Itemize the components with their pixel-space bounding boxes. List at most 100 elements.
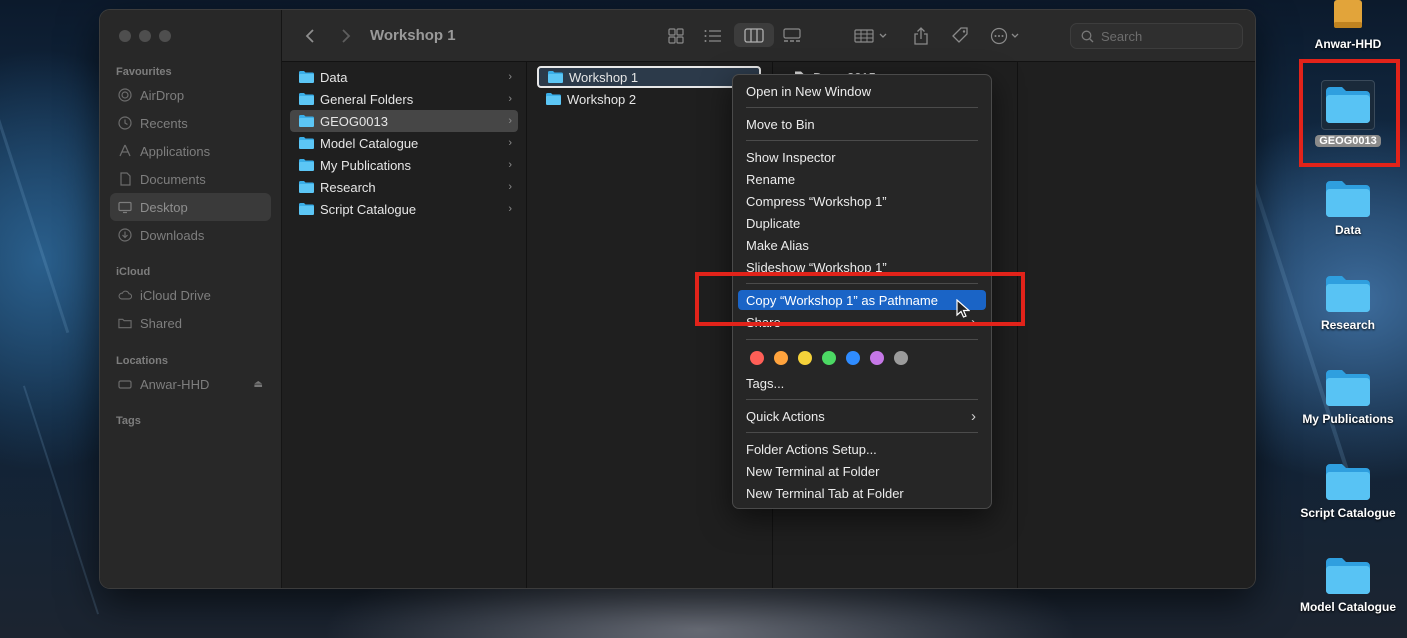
list-icon: [704, 30, 721, 42]
menu-item-rename[interactable]: Rename: [738, 169, 986, 189]
tag-blue-button[interactable]: [846, 351, 860, 365]
sidebar-item-airdrop[interactable]: AirDrop: [110, 81, 271, 109]
chevron-right-icon: [342, 29, 351, 43]
folder-icon: [548, 71, 563, 83]
list-item-general-folders[interactable]: General Folders ›: [290, 88, 518, 110]
sidebar-item-anwar-hhd[interactable]: Anwar-HHD ⏏: [110, 370, 271, 398]
sidebar-item-label: Applications: [140, 143, 211, 159]
menu-separator: [746, 339, 978, 340]
selected-icon-frame: [1321, 80, 1375, 130]
menu-item-compress[interactable]: Compress “Workshop 1”: [738, 191, 986, 211]
folder-label: Workshop 1: [569, 69, 639, 85]
menu-item-new-terminal[interactable]: New Terminal at Folder: [738, 461, 986, 481]
folder-icon: [546, 93, 561, 105]
tag-yellow-button[interactable]: [798, 351, 812, 365]
group-by-button[interactable]: [852, 25, 892, 47]
desktop-item-label: Anwar-HHD: [1314, 37, 1382, 51]
sidebar-item-desktop[interactable]: Desktop: [110, 193, 271, 221]
tags-button[interactable]: [948, 25, 972, 47]
tag-orange-button[interactable]: [774, 351, 788, 365]
desktop-item-label: Data: [1334, 223, 1361, 237]
folder-icon: [299, 203, 314, 215]
sidebar-item-downloads[interactable]: Downloads: [110, 221, 271, 249]
annotation-highlight-box: [695, 272, 1025, 326]
search-icon: [1081, 30, 1094, 43]
desktop-item-anwar-hhd[interactable]: Anwar-HHD: [1293, 0, 1403, 51]
sidebar-item-applications[interactable]: Applications: [110, 137, 271, 165]
desktop-item-label: Model Catalogue: [1299, 600, 1396, 614]
menu-item-show-inspector[interactable]: Show Inspector: [738, 147, 986, 167]
menu-item-move-to-bin[interactable]: Move to Bin: [738, 114, 986, 134]
chevron-right-icon: ›: [508, 181, 512, 193]
list-item-my-publications[interactable]: My Publications ›: [290, 154, 518, 176]
forward-button[interactable]: [336, 26, 356, 46]
tag-green-button[interactable]: [822, 351, 836, 365]
gallery-view-button[interactable]: [780, 25, 804, 47]
menu-item-open-new-window[interactable]: Open in New Window: [738, 81, 986, 101]
list-item-research[interactable]: Research ›: [290, 176, 518, 198]
desktop-item-my-publications[interactable]: My Publications: [1293, 369, 1403, 426]
tag-red-button[interactable]: [750, 351, 764, 365]
search-field[interactable]: Search: [1070, 23, 1243, 49]
applications-icon: [118, 144, 132, 158]
sidebar-item-label: Downloads: [140, 227, 205, 243]
folder-label: Script Catalogue: [320, 201, 417, 217]
tag-purple-button[interactable]: [870, 351, 884, 365]
minimize-window-button[interactable]: [139, 30, 151, 42]
folder-icon: [1326, 370, 1370, 406]
column-view-button[interactable]: [734, 23, 774, 47]
menu-item-duplicate[interactable]: Duplicate: [738, 213, 986, 233]
sidebar-item-documents[interactable]: Documents: [110, 165, 271, 193]
sidebar-section-favourites: Favourites: [116, 66, 172, 78]
list-item-workshop-2[interactable]: Workshop 2: [537, 88, 761, 110]
list-item-workshop-1[interactable]: Workshop 1: [537, 66, 761, 88]
sidebar-section-locations: Locations: [116, 355, 168, 367]
group-icon: [854, 29, 887, 43]
toolbar: Workshop 1 Search: [282, 10, 1255, 62]
sidebar-item-icloud-drive[interactable]: iCloud Drive: [110, 281, 271, 309]
list-view-button[interactable]: [702, 25, 724, 47]
sidebar-item-label: Documents: [140, 171, 206, 187]
wallpaper-streak: [22, 385, 100, 615]
menu-item-new-terminal-tab[interactable]: New Terminal Tab at Folder: [738, 483, 986, 503]
sidebar-item-label: Anwar-HHD: [140, 376, 210, 392]
sidebar-item-label: Shared: [140, 315, 182, 331]
menu-item-tags[interactable]: Tags...: [738, 373, 986, 393]
desktop-item-script-catalogue[interactable]: Script Catalogue: [1293, 463, 1403, 520]
window-controls: [119, 30, 171, 42]
desktop-item-model-catalogue[interactable]: Model Catalogue: [1293, 557, 1403, 614]
sidebar: Favourites AirDrop Recents Applications …: [100, 10, 282, 588]
menu-item-quick-actions[interactable]: Quick Actions ›: [738, 406, 986, 426]
desktop-item-label: Script Catalogue: [1300, 506, 1396, 520]
desktop-item-label: My Publications: [1302, 412, 1394, 426]
list-item-data[interactable]: Data ›: [290, 66, 518, 88]
chevron-right-icon: ›: [508, 159, 512, 171]
back-button[interactable]: [300, 26, 320, 46]
desktop-item-data[interactable]: Data: [1293, 180, 1403, 237]
list-item-model-catalogue[interactable]: Model Catalogue ›: [290, 132, 518, 154]
menu-separator: [746, 140, 978, 141]
folder-label: Data: [320, 69, 348, 85]
icon-view-button[interactable]: [665, 25, 687, 47]
list-item-geog0013[interactable]: GEOG0013 ›: [290, 110, 518, 132]
menu-item-folder-actions[interactable]: Folder Actions Setup...: [738, 439, 986, 459]
clock-icon: [118, 116, 132, 130]
list-item-script-catalogue[interactable]: Script Catalogue ›: [290, 198, 518, 220]
eject-icon[interactable]: ⏏: [254, 379, 263, 390]
close-window-button[interactable]: [119, 30, 131, 42]
column-4: [1018, 62, 1255, 588]
menu-separator: [746, 107, 978, 108]
zoom-window-button[interactable]: [159, 30, 171, 42]
sidebar-item-shared[interactable]: Shared: [110, 309, 271, 337]
action-menu-button[interactable]: [988, 25, 1028, 47]
tag-icon: [952, 27, 968, 43]
share-button[interactable]: [910, 24, 932, 48]
folder-label: Research: [320, 179, 376, 195]
tag-grey-button[interactable]: [894, 351, 908, 365]
menu-item-make-alias[interactable]: Make Alias: [738, 235, 986, 255]
chevron-right-icon: ›: [508, 115, 512, 127]
desktop-item-research[interactable]: Research: [1293, 275, 1403, 332]
menu-separator: [746, 432, 978, 433]
desktop-item-geog0013[interactable]: GEOG0013: [1293, 80, 1403, 147]
sidebar-item-recents[interactable]: Recents: [110, 109, 271, 137]
